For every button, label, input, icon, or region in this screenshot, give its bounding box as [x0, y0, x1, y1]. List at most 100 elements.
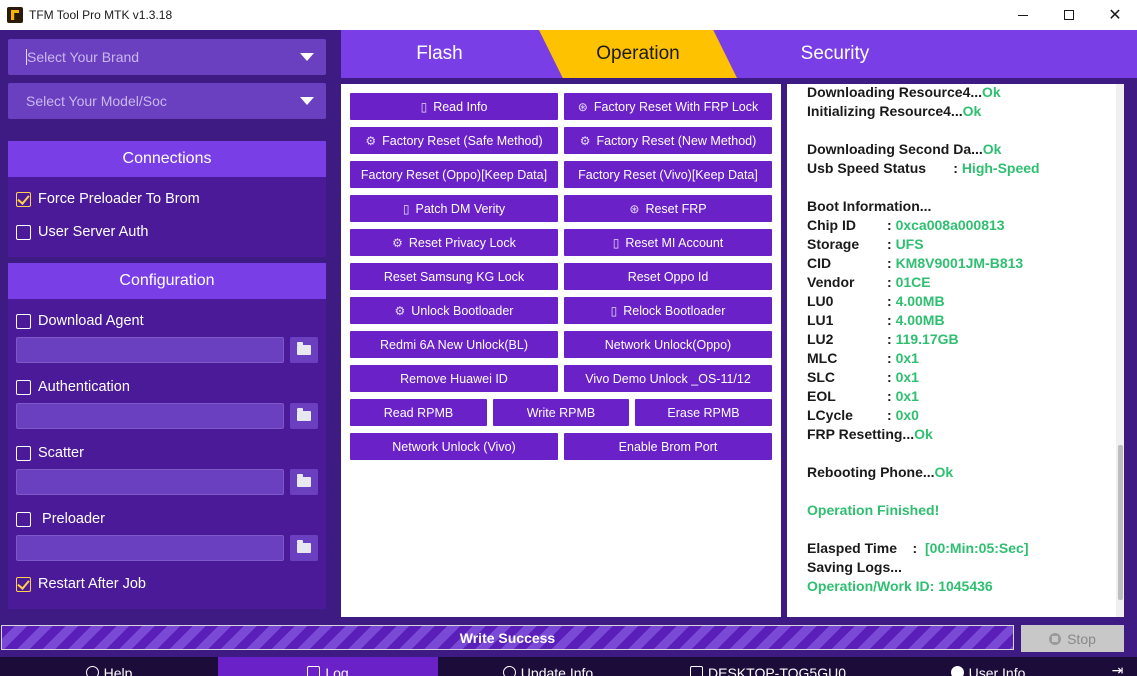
log-value: UFS [895, 236, 924, 252]
download-agent-browse-button[interactable] [290, 337, 318, 363]
enable-brom-port-button[interactable]: Enable Brom Port [564, 433, 772, 460]
log-value: Ok [934, 464, 954, 480]
reset-frp-button[interactable]: ⊛ Reset FRP [564, 195, 772, 222]
log-separator: : [887, 293, 896, 309]
factory-reset-oppo-button[interactable]: Factory Reset (Oppo)[Keep Data] [350, 161, 558, 188]
user-server-auth-checkbox[interactable]: User Server Auth [16, 224, 148, 240]
log-separator: : [887, 255, 896, 271]
update-info-button[interactable]: Update Info [438, 657, 658, 676]
write-rpmb-button[interactable]: Write RPMB [493, 399, 629, 426]
brand-select[interactable]: Select Your Brand [8, 39, 326, 75]
reset-mi-account-button[interactable]: ▯ Reset MI Account [564, 229, 772, 256]
factory-reset-frp-button[interactable]: ⊛ Factory Reset With FRP Lock [564, 93, 772, 120]
reset-oppo-id-button[interactable]: Reset Oppo Id [564, 263, 772, 290]
log-separator: : [887, 236, 896, 252]
log-button[interactable]: Log [218, 657, 438, 676]
authentication-path-input[interactable] [16, 403, 284, 429]
stop-button[interactable]: Stop [1021, 625, 1124, 652]
reset-samsung-kg-label: Reset Samsung KG Lock [383, 269, 525, 284]
unlock-bootloader-button[interactable]: ⚙ Unlock Bootloader [350, 297, 558, 324]
reset-frp-label: Reset FRP [645, 201, 707, 216]
tab-security[interactable]: Security [737, 30, 933, 78]
chevron-down-icon [300, 97, 314, 105]
user-info-button[interactable]: User Info [878, 657, 1098, 676]
reset-samsung-kg-button[interactable]: Reset Samsung KG Lock [350, 263, 558, 290]
factory-reset-new-label: Factory Reset (New Method) [596, 133, 757, 148]
log-value: Ok [982, 141, 1002, 157]
tab-flash[interactable]: Flash [341, 30, 538, 78]
preloader-path-input[interactable] [16, 535, 284, 561]
tab-operation[interactable]: Operation [539, 30, 737, 78]
monitor-icon [690, 666, 704, 676]
folder-icon [297, 474, 311, 487]
log-separator: : [887, 350, 896, 366]
log-value: Ok [982, 84, 1001, 100]
scatter-checkbox[interactable]: Scatter [16, 445, 84, 461]
read-rpmb-button[interactable]: Read RPMB [350, 399, 487, 426]
scatter-browse-button[interactable] [290, 469, 318, 495]
factory-reset-vivo-label: Factory Reset (Vivo)[Keep Data] [578, 167, 758, 182]
log-key: CID [807, 255, 832, 271]
log-line: FRP Resetting...Ok [807, 425, 1107, 444]
app-logo-icon [7, 7, 23, 23]
help-button[interactable]: Help [0, 657, 218, 676]
log-separator: : [887, 407, 896, 423]
log-key: Downloading Resource4... [807, 84, 983, 100]
download-agent-checkbox[interactable]: Download Agent [16, 313, 144, 329]
authentication-browse-button[interactable] [290, 403, 318, 429]
log-key: Boot Information... [807, 198, 932, 214]
log-key: LCycle [807, 407, 853, 423]
redmi-6a-unlock-button[interactable]: Redmi 6A New Unlock(BL) [350, 331, 558, 358]
help-icon [85, 666, 99, 676]
logout-button[interactable]: ⇥ [1098, 657, 1137, 676]
log-line: Operation/Work ID: 1045436 [807, 577, 1107, 596]
download-agent-path-input[interactable] [16, 337, 284, 363]
model-select[interactable]: Select Your Model/Soc [8, 83, 326, 119]
reset-privacy-lock-label: Reset Privacy Lock [408, 235, 516, 250]
reset-privacy-lock-button[interactable]: ⚙ Reset Privacy Lock [350, 229, 558, 256]
force-preloader-label: Force Preloader To Brom [38, 191, 200, 207]
factory-reset-vivo-button[interactable]: Factory Reset (Vivo)[Keep Data] [564, 161, 772, 188]
restart-after-job-checkbox[interactable]: Restart After Job [16, 576, 146, 592]
log-value: 4.00MB [895, 312, 945, 328]
preloader-checkbox[interactable]: Preloader [16, 511, 105, 527]
preloader-label: Preloader [38, 511, 105, 527]
relock-bootloader-button[interactable]: ▯ Relock Bootloader [564, 297, 772, 324]
help-label: Help [103, 665, 133, 676]
chevron-down-icon [300, 53, 314, 61]
log-key: Saving Logs... [807, 559, 902, 575]
maximize-button[interactable] [1046, 0, 1092, 30]
close-button[interactable]: ✕ [1092, 0, 1137, 30]
log-line: Downloading Resource4...Ok [807, 84, 1107, 102]
log-value: Operation Finished! [807, 502, 940, 518]
authentication-checkbox[interactable]: Authentication [16, 379, 130, 395]
log-line: EOL: 0x1 [807, 387, 1107, 406]
force-preloader-checkbox[interactable]: Force Preloader To Brom [16, 191, 200, 207]
read-info-button[interactable]: ▯ Read Info [350, 93, 558, 120]
vivo-demo-unlock-label: Vivo Demo Unlock _OS-11/12 [585, 371, 751, 386]
log-scrollbar-thumb[interactable] [1118, 445, 1123, 600]
log-value: Ok [962, 103, 982, 119]
log-key: Chip ID [807, 217, 856, 233]
network-unlock-oppo-button[interactable]: Network Unlock(Oppo) [564, 331, 772, 358]
vivo-demo-unlock-button[interactable]: Vivo Demo Unlock _OS-11/12 [564, 365, 772, 392]
redmi-6a-unlock-label: Redmi 6A New Unlock(BL) [380, 337, 528, 352]
phone-icon: ▯ [402, 201, 410, 216]
log-separator: : [887, 369, 896, 385]
remove-huawei-id-button[interactable]: Remove Huawei ID [350, 365, 558, 392]
scatter-path-input[interactable] [16, 469, 284, 495]
minimize-button[interactable] [1000, 0, 1046, 30]
checkbox-checked-icon [16, 576, 31, 592]
network-unlock-vivo-button[interactable]: Network Unlock (Vivo) [350, 433, 558, 460]
patch-dm-verity-label: Patch DM Verity [415, 201, 506, 216]
log-label: Log [325, 665, 349, 676]
erase-rpmb-button[interactable]: Erase RPMB [635, 399, 772, 426]
factory-reset-safe-button[interactable]: ⚙ Factory Reset (Safe Method) [350, 127, 558, 154]
patch-dm-verity-button[interactable]: ▯ Patch DM Verity [350, 195, 558, 222]
preloader-browse-button[interactable] [290, 535, 318, 561]
restart-after-job-label: Restart After Job [38, 576, 146, 592]
factory-reset-new-button[interactable]: ⚙ Factory Reset (New Method) [564, 127, 772, 154]
log-value: 4.00MB [895, 293, 945, 309]
checkbox-icon [16, 313, 31, 329]
